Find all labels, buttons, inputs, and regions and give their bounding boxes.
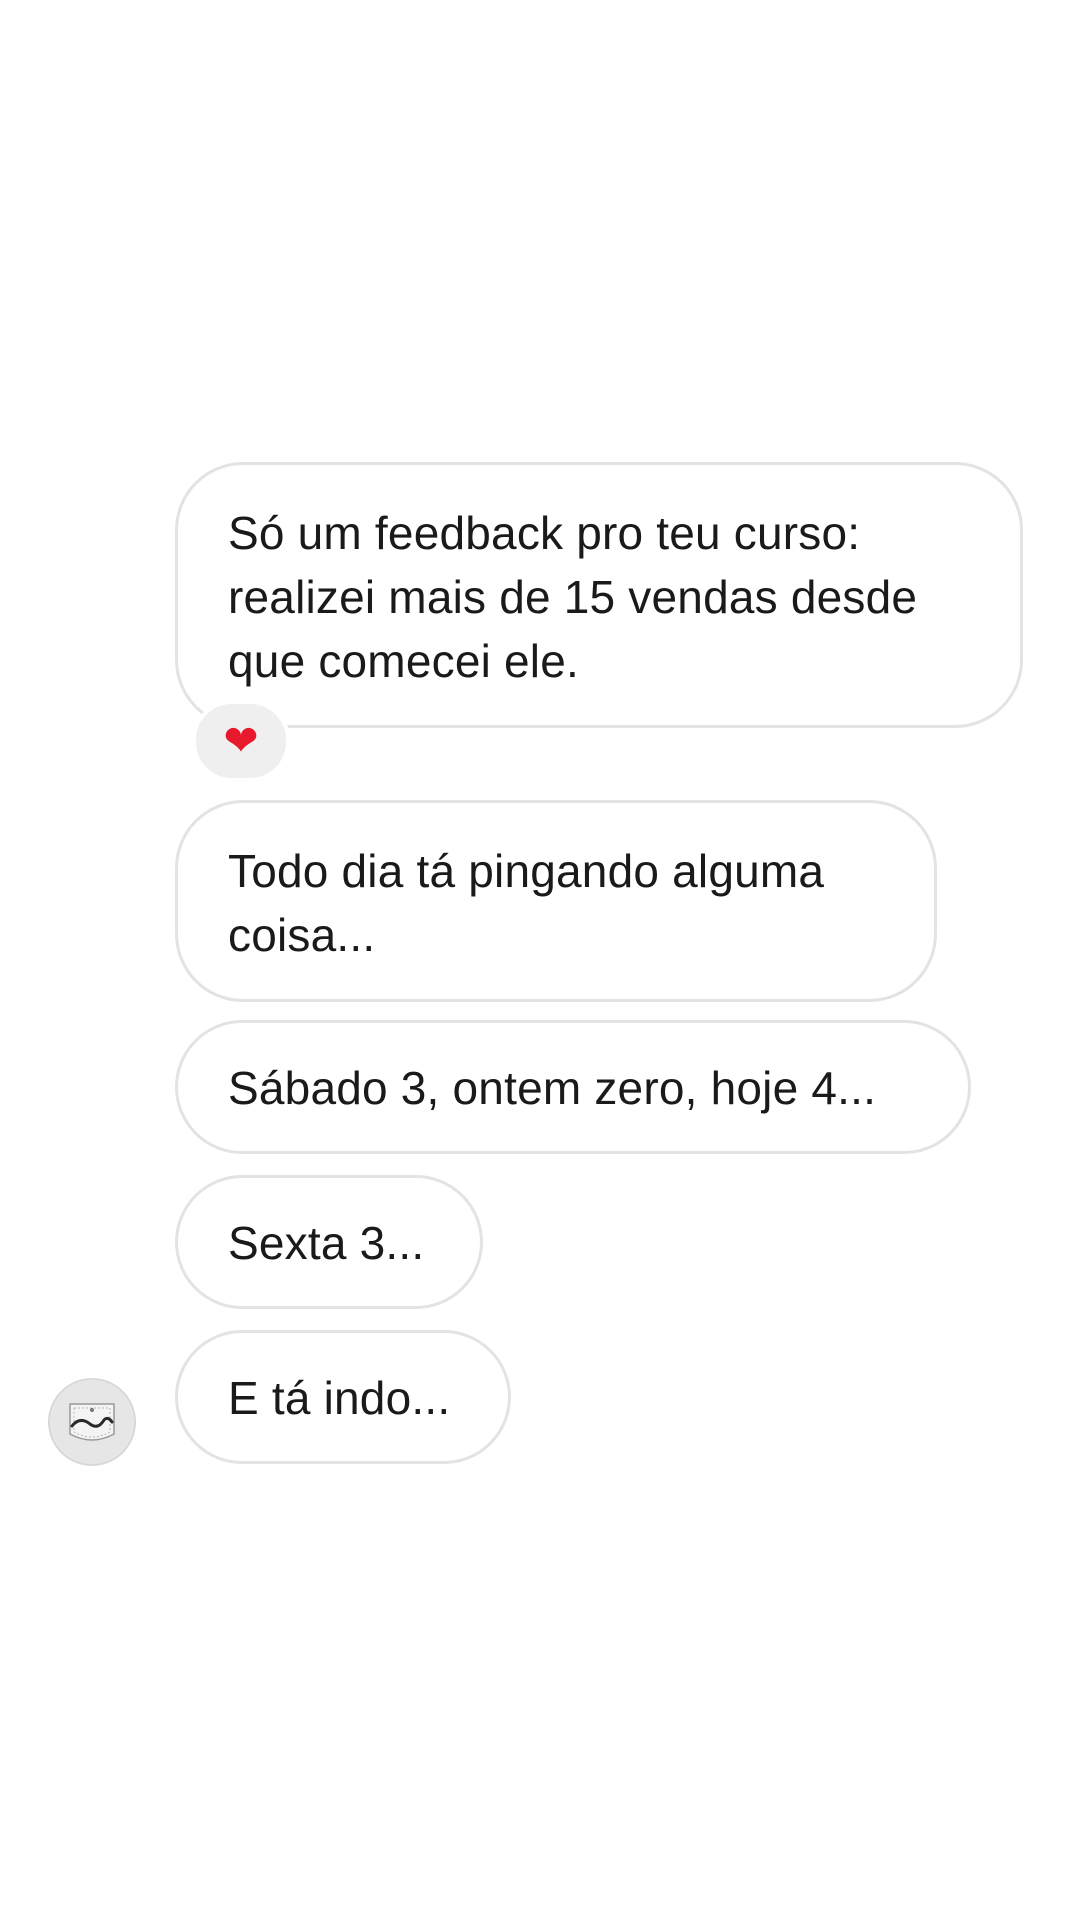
message-bubble[interactable]: Sexta 3... bbox=[175, 1175, 483, 1309]
jeans-pocket-logo bbox=[51, 1381, 133, 1463]
sender-avatar[interactable] bbox=[48, 1378, 136, 1466]
message-text: Todo dia tá pingando alguma coisa... bbox=[228, 845, 825, 961]
chat-thread: Só um feedback pro teu curso: realizei m… bbox=[0, 0, 1080, 1920]
message-bubble[interactable]: Todo dia tá pingando alguma coisa... bbox=[175, 800, 937, 1002]
message-text: E tá indo... bbox=[228, 1372, 451, 1424]
message-bubble[interactable]: Sábado 3, ontem zero, hoje 4... bbox=[175, 1020, 971, 1154]
reaction-badge[interactable]: ❤ bbox=[192, 700, 290, 782]
message-text: Sexta 3... bbox=[228, 1217, 425, 1269]
message-bubble[interactable]: E tá indo... bbox=[175, 1330, 511, 1464]
message-text: Só um feedback pro teu curso: realizei m… bbox=[228, 507, 918, 687]
message-text: Sábado 3, ontem zero, hoje 4... bbox=[228, 1062, 877, 1114]
heart-icon: ❤ bbox=[223, 717, 259, 764]
message-bubble[interactable]: Só um feedback pro teu curso: realizei m… bbox=[175, 462, 1023, 728]
